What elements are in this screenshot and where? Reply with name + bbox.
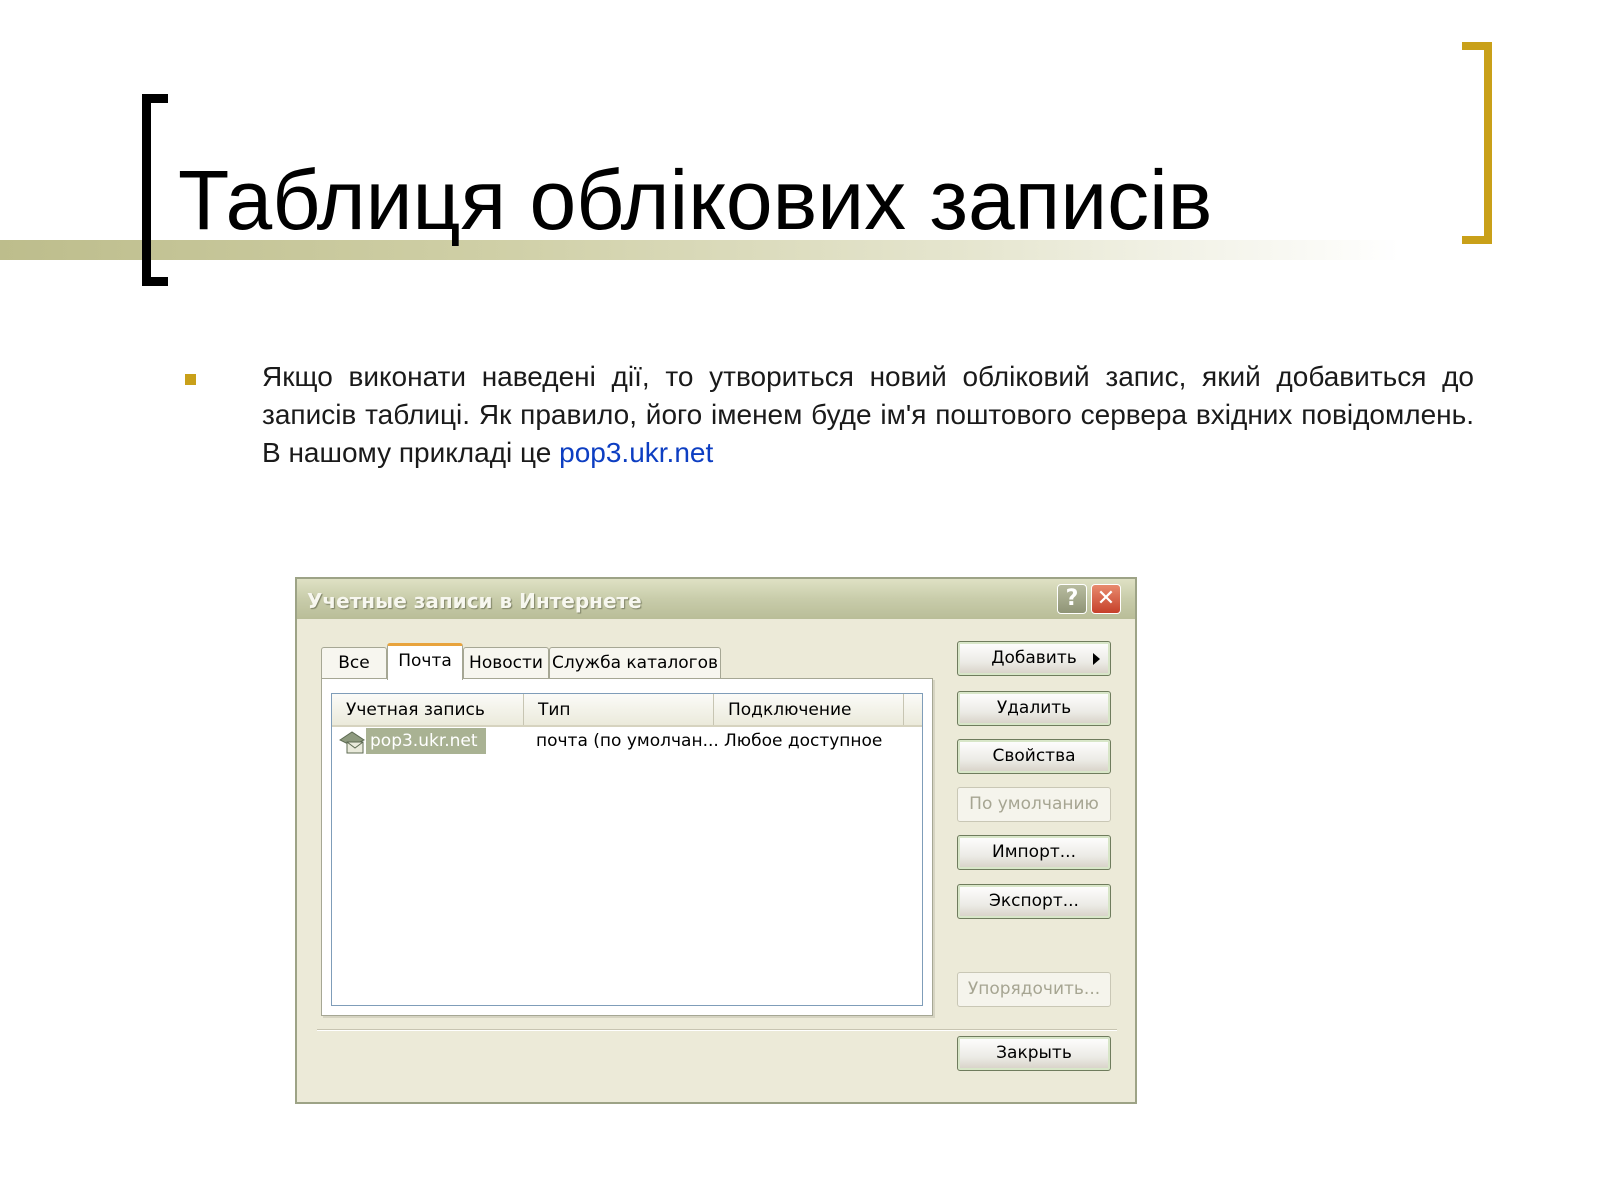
dialog-separator (317, 1029, 1117, 1031)
help-button[interactable]: ? (1057, 584, 1087, 614)
internet-accounts-dialog: Учетные записи в Интернете ? ✕ Все Почта… (295, 577, 1137, 1104)
account-name-cell: pop3.ukr.net (366, 728, 486, 754)
accounts-list[interactable]: Учетная запись Тип Подключение pop3.ukr.… (331, 693, 923, 1006)
export-button[interactable]: Экспорт... (957, 884, 1111, 919)
dialog-titlebar[interactable]: Учетные записи в Интернете ? ✕ (297, 579, 1135, 619)
tab-news[interactable]: Новости (463, 647, 549, 678)
import-button[interactable]: Импорт... (957, 835, 1111, 870)
tab-directory-service[interactable]: Служба каталогов (549, 647, 721, 678)
account-connection-cell: Любое доступное (724, 731, 883, 751)
tab-mail[interactable]: Почта (387, 643, 463, 680)
close-dialog-button[interactable]: Закрыть (957, 1036, 1111, 1071)
account-type-cell: почта (по умолчан... (536, 731, 719, 751)
set-default-button[interactable]: По умолчанию (957, 787, 1111, 822)
dialog-title: Учетные записи в Интернете (307, 589, 642, 613)
add-button[interactable]: Добавить (957, 641, 1111, 676)
add-button-label: Добавить (991, 648, 1077, 668)
column-account[interactable]: Учетная запись (332, 694, 524, 725)
delete-button[interactable]: Удалить (957, 691, 1111, 726)
bullet-paragraph: Якщо виконати наведені дії, то утворитьс… (262, 358, 1474, 472)
right-bracket-decoration (1462, 42, 1492, 244)
close-window-button[interactable]: ✕ (1091, 584, 1121, 614)
list-header: Учетная запись Тип Подключение (332, 694, 922, 727)
column-connection[interactable]: Подключение (714, 694, 904, 725)
arrow-right-icon (1093, 653, 1100, 665)
bullet-text: Якщо виконати наведені дії, то утворитьс… (262, 361, 1474, 468)
mail-tab-panel: Учетная запись Тип Подключение pop3.ukr.… (321, 678, 933, 1016)
column-type[interactable]: Тип (524, 694, 714, 725)
help-icon: ? (1065, 586, 1079, 611)
order-button[interactable]: Упорядочить... (957, 972, 1111, 1007)
left-bracket-decoration (142, 94, 168, 286)
close-icon: ✕ (1096, 586, 1116, 611)
slide-title: Таблиця облікових записів (178, 153, 1213, 247)
properties-button[interactable]: Свойства (957, 739, 1111, 774)
server-name-link: pop3.ukr.net (559, 437, 714, 468)
mail-account-icon (339, 731, 365, 754)
bullet-square-icon (185, 374, 196, 385)
tab-all[interactable]: Все (321, 647, 387, 678)
table-row[interactable]: pop3.ukr.net почта (по умолчан... Любое … (332, 727, 922, 757)
